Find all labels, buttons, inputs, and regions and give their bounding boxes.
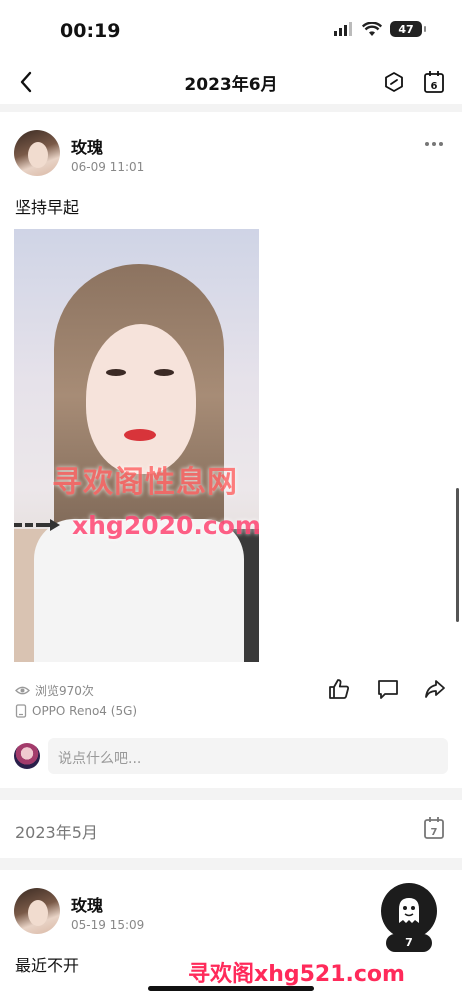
author-name[interactable]: 玫瑰 xyxy=(71,134,103,158)
author-name[interactable]: 玫瑰 xyxy=(71,892,103,916)
post-text: 坚持早起 xyxy=(15,198,80,217)
home-indicator[interactable] xyxy=(148,986,314,991)
wifi-icon xyxy=(362,21,382,36)
divider xyxy=(0,788,462,800)
section-title: 2023年5月 xyxy=(15,823,98,842)
share-button[interactable] xyxy=(421,675,449,703)
share-icon xyxy=(425,680,445,698)
device-text: OPPO Reno4 (5G) xyxy=(32,704,138,718)
ghost-icon xyxy=(399,898,419,923)
status-icons: 47 xyxy=(334,21,426,37)
phone-icon xyxy=(15,704,27,718)
like-icon xyxy=(329,679,349,699)
divider xyxy=(0,104,462,112)
device-info: OPPO Reno4 (5G) xyxy=(15,704,137,718)
nav-bar: 2023年6月 6 xyxy=(0,58,462,106)
post-time: 06-09 11:01 xyxy=(71,160,145,174)
avatar[interactable] xyxy=(14,130,60,176)
battery-indicator: 47 xyxy=(390,21,426,37)
comment-button[interactable] xyxy=(374,675,402,703)
my-avatar xyxy=(14,743,40,769)
view-count: 浏览970次 xyxy=(15,682,94,699)
scroll-indicator xyxy=(456,488,459,622)
post-text: 最近不开 xyxy=(15,956,80,975)
calendar-button[interactable]: 6 xyxy=(420,68,448,96)
more-button[interactable] xyxy=(422,136,446,152)
status-time: 00:19 xyxy=(60,20,121,42)
tag-icon xyxy=(385,72,403,92)
view-count-text: 浏览970次 xyxy=(35,684,94,698)
watermark-text: 寻欢阁性息网 xyxy=(52,465,238,500)
comment-input[interactable]: 说点什么吧... xyxy=(48,738,448,774)
arrow-icon xyxy=(14,519,60,531)
calendar-day: 6 xyxy=(431,81,438,92)
divider xyxy=(0,858,462,870)
eye-icon xyxy=(15,686,30,695)
avatar[interactable] xyxy=(14,888,60,934)
month-section-header: 2023年5月 7 xyxy=(0,800,462,858)
tag-button[interactable] xyxy=(380,68,408,96)
like-button[interactable] xyxy=(325,675,353,703)
watermark-url: xhg2020.com xyxy=(72,511,259,540)
status-bar: 00:19 47 xyxy=(0,0,462,58)
calendar-icon[interactable]: 7 xyxy=(422,816,446,840)
calendar-icon: 6 xyxy=(424,71,444,93)
more-icon xyxy=(425,142,429,146)
signal-icon xyxy=(334,22,352,36)
section-calendar-day: 7 xyxy=(431,827,438,838)
floating-badge-count: 7 xyxy=(386,934,432,952)
comment-icon xyxy=(378,680,398,699)
floating-assistant-button[interactable] xyxy=(381,883,437,939)
post-time: 05-19 15:09 xyxy=(71,918,145,932)
post-photo[interactable]: 寻欢阁性息网 xhg2020.com xyxy=(14,229,259,662)
bottom-watermark: 寻欢阁xhg521.com xyxy=(188,962,405,987)
